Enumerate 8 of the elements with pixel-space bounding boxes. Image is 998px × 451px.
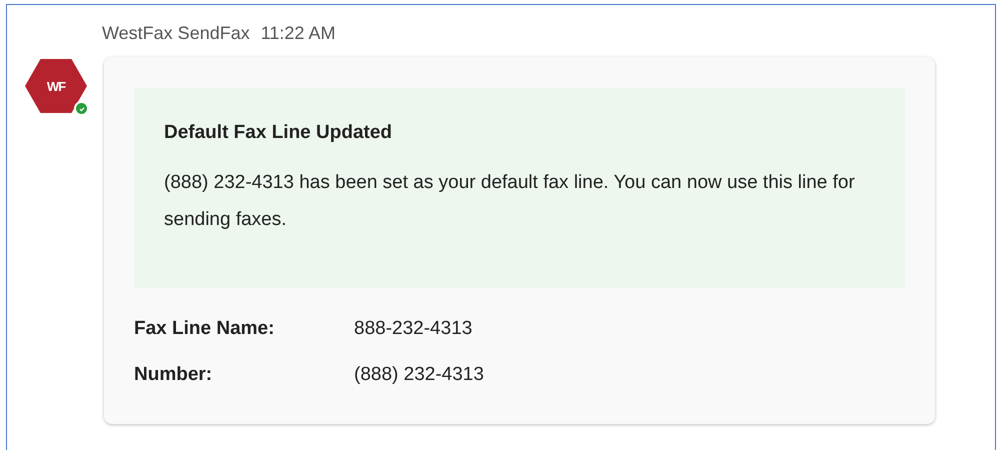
field-value: 888-232-4313 bbox=[354, 318, 474, 340]
sender-name: WestFax SendFax bbox=[102, 23, 250, 45]
field-value: (888) 232-4313 bbox=[354, 364, 485, 386]
notice-text: (888) 232-4313 has been set as your default fax line. You can now use this line for sending faxes. bbox=[164, 171, 856, 232]
field-label: Number: bbox=[134, 364, 214, 386]
message-time: 11:22 AM bbox=[260, 23, 336, 45]
notice-title: Default Fax Line Updated bbox=[164, 122, 394, 144]
field-label: Fax Line Name: bbox=[134, 318, 276, 340]
